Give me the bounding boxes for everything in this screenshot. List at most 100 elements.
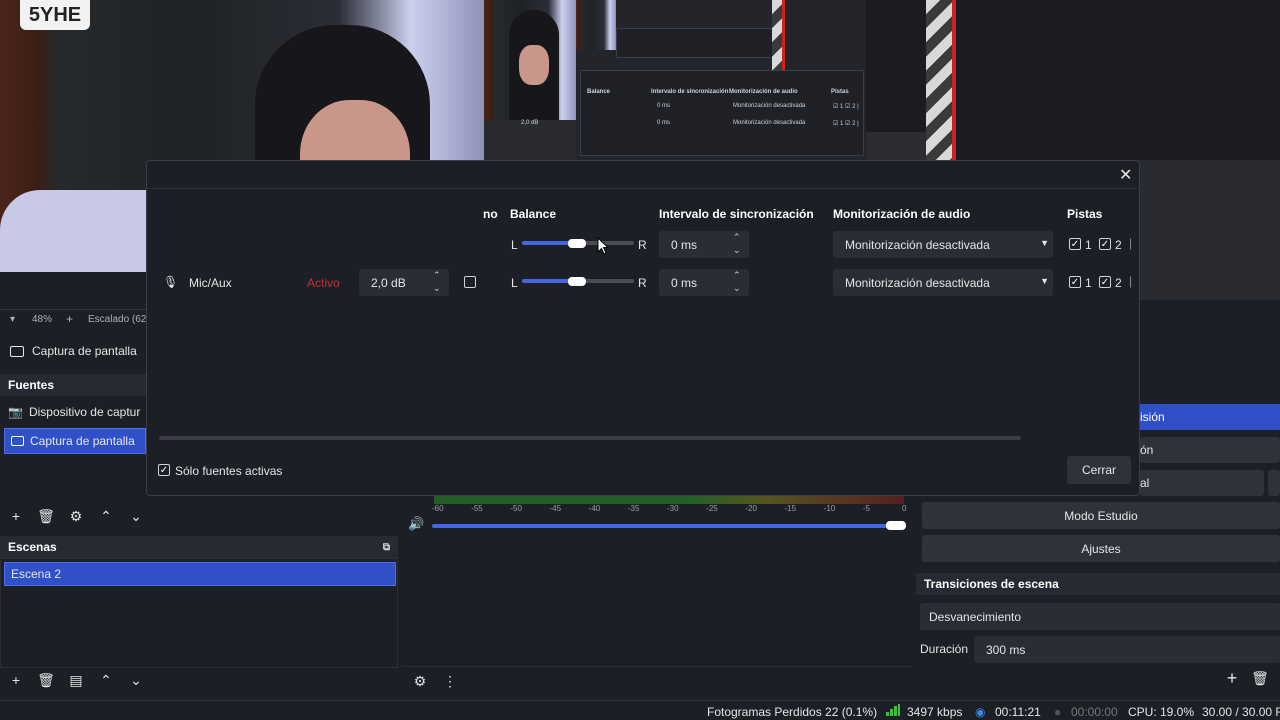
track-2-checkbox[interactable]: ✓	[1099, 238, 1111, 250]
close-button[interactable]: Cerrar	[1067, 456, 1131, 484]
move-down-icon[interactable]: ⌄	[124, 669, 148, 691]
duration-value: 300 ms	[986, 642, 1026, 657]
track-1-checkbox[interactable]: ✓	[1069, 276, 1081, 288]
track-1-checkbox[interactable]: ✓	[1069, 238, 1081, 250]
source-name: Mic/Aux	[189, 276, 232, 290]
bitrate: 3497 kbps	[907, 705, 963, 719]
sync-offset-value: 0 ms	[671, 237, 698, 252]
add-transition-icon[interactable]: +	[1220, 667, 1244, 689]
source-item-camera[interactable]: 📷 Dispositivo de captur	[0, 396, 146, 428]
meter-tick-label: 0	[902, 504, 907, 513]
spin-down-icon[interactable]: ⌄	[733, 245, 741, 255]
move-down-icon[interactable]: ⌄	[124, 505, 148, 527]
track-2-checkbox[interactable]: ✓	[1099, 276, 1111, 288]
move-up-icon[interactable]: ⌃	[94, 669, 118, 691]
horizontal-scrollbar[interactable]	[159, 436, 1021, 440]
spin-up-icon[interactable]: ⌃	[433, 270, 441, 280]
sources-toolbar: + 🗑 ⚙ ⌃ ⌄	[4, 505, 396, 529]
virtual-camera-settings-button[interactable]	[1268, 470, 1280, 496]
meter-tick-label: -5	[862, 504, 870, 513]
spin-down-icon[interactable]: ⌄	[433, 283, 441, 293]
spin-down-icon[interactable]: ⌄	[733, 283, 741, 293]
transition-select-value: Desvanecimiento	[929, 609, 1022, 624]
meter-scale: -60 -55 -50 -45 -40 -35 -30 -25 -20 -15 -10 -5 0	[432, 504, 907, 516]
microphone-icon: 🎙	[163, 275, 179, 289]
only-active-sources-checkbox[interactable]: ✓	[158, 464, 170, 476]
track-1-label: 1	[1085, 276, 1092, 290]
streaming-icon: ◉	[975, 705, 986, 719]
zoom-in-icon[interactable]: +	[66, 312, 73, 326]
balance-slider-knob[interactable]	[568, 277, 586, 286]
tracks-header: Pistas	[1067, 207, 1103, 221]
speaker-icon[interactable]: 🔊	[408, 516, 424, 532]
source-context-label: Captura de pantalla	[32, 344, 137, 358]
nested-preview-3	[866, 0, 1280, 160]
balance-slider-knob[interactable]	[568, 239, 586, 248]
more-options-icon[interactable]: ⋮	[438, 671, 462, 693]
volume-value: 2,0 dB	[371, 275, 406, 290]
transition-select[interactable]: Desvanecimiento	[920, 603, 1280, 630]
spin-up-icon[interactable]: ⌃	[733, 232, 741, 242]
zoom-level[interactable]: 48%	[32, 314, 52, 325]
wall-sign: 5YHE	[20, 0, 90, 30]
add-scene-icon[interactable]: +	[4, 669, 28, 691]
start-broadcast-label: isión	[1140, 410, 1165, 424]
start-recording-button[interactable]: ón	[1140, 437, 1280, 463]
monitoring-select[interactable]: Monitorización desactivada ▼	[833, 231, 1053, 258]
chevron-down-icon: ▼	[1040, 276, 1049, 286]
duration-field[interactable]: 300 ms	[974, 636, 1280, 663]
only-active-sources-label: Sólo fuentes activas	[175, 464, 283, 478]
settings-button[interactable]: Ajustes	[922, 535, 1280, 562]
close-icon[interactable]: ✕	[1119, 165, 1132, 185]
meter-tick-label: -45	[549, 504, 562, 513]
volume-slider-knob[interactable]	[886, 521, 906, 530]
monitor-icon	[11, 436, 24, 446]
gear-icon[interactable]: ⚙	[64, 505, 88, 527]
undock-icon[interactable]: ⧉	[383, 542, 390, 553]
meter-tick-label: -25	[706, 504, 718, 513]
monitor-icon	[10, 345, 24, 357]
spin-up-icon[interactable]: ⌃	[733, 270, 741, 280]
trash-icon[interactable]: 🗑	[34, 669, 58, 691]
start-broadcast-button[interactable]: isión	[1140, 404, 1280, 430]
meter-tick-label: -60	[432, 504, 444, 513]
monitoring-select-value: Monitorización desactivada	[845, 275, 990, 290]
status-bar: Fotogramas Perdidos 22 (0.1%) 3497 kbps …	[0, 700, 1280, 720]
nested-audio-dialog: Balance Intervalo de sincronización Moni…	[521, 70, 864, 156]
nested-preview-1	[484, 0, 576, 120]
scene-item[interactable]: Escena 2	[4, 562, 396, 586]
scenes-list: Escena 2	[0, 558, 398, 668]
zoom-dropdown-arrow[interactable]: ▾	[10, 314, 15, 325]
filter-icon[interactable]: ▤	[64, 669, 88, 691]
signal-icon	[886, 704, 900, 719]
virtual-camera-button[interactable]: al	[1140, 470, 1264, 496]
advanced-audio-icon[interactable]: ⚙	[408, 671, 432, 693]
move-up-icon[interactable]: ⌃	[94, 505, 118, 527]
sync-offset-value: 0 ms	[671, 275, 698, 290]
fps: 30.00 / 30.00 FP	[1202, 705, 1280, 719]
trash-icon[interactable]: 🗑	[1248, 667, 1272, 689]
trash-icon[interactable]: 🗑	[34, 505, 58, 527]
balance-header: Balance	[510, 207, 557, 221]
track-2-label: 2	[1115, 276, 1122, 290]
track-2-label: 2	[1115, 238, 1122, 252]
dropped-frames: Fotogramas Perdidos 22 (0.1%)	[707, 705, 878, 719]
balance-left-label: L	[511, 276, 518, 290]
dialog-titlebar	[147, 161, 1141, 189]
sources-dock-title: Fuentes	[0, 374, 146, 396]
advanced-audio-properties-dialog: ✕ no Balance Intervalo de sincronización…	[146, 160, 1141, 496]
meter-tick-label: -20	[745, 504, 757, 513]
mono-checkbox[interactable]	[464, 276, 476, 288]
mouse-cursor-icon	[597, 237, 609, 255]
recording-icon: ●	[1054, 705, 1062, 719]
add-source-icon[interactable]: +	[4, 505, 28, 527]
source-item-label: Captura de pantalla	[30, 434, 135, 448]
sources-list: 📷 Dispositivo de captur Captura de panta…	[0, 396, 146, 500]
source-item-screen-capture[interactable]: Captura de pantalla	[4, 428, 146, 454]
stream-time: 00:11:21	[995, 705, 1041, 719]
studio-mode-button[interactable]: Modo Estudio	[922, 502, 1280, 529]
audio-monitoring-header: Monitorización de audio	[833, 207, 971, 221]
volume-slider[interactable]	[432, 524, 902, 528]
virtual-camera-label: al	[1140, 476, 1150, 490]
monitoring-select[interactable]: Monitorización desactivada ▼	[833, 269, 1053, 296]
